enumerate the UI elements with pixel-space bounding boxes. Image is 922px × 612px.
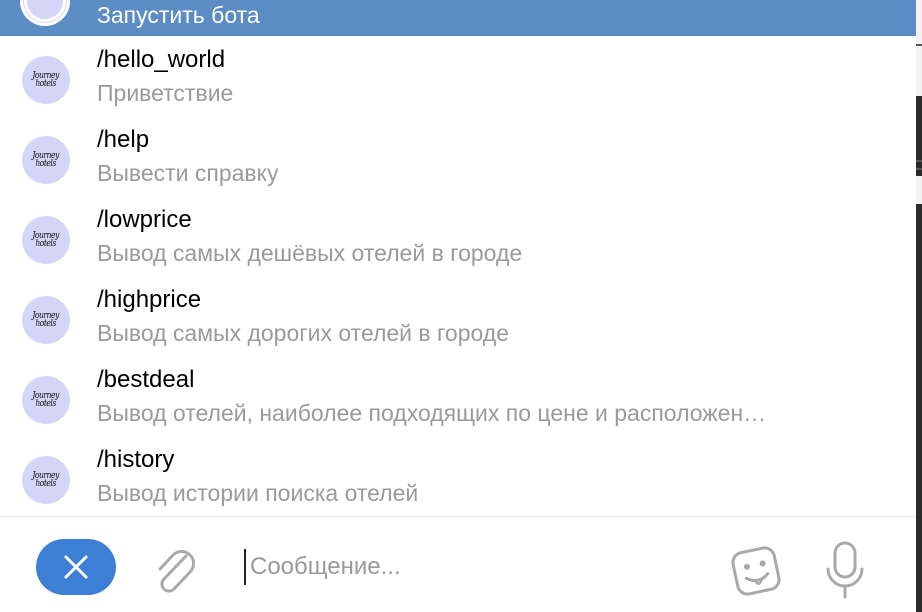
bot-avatar: Journey hotels [22,56,70,104]
close-icon [64,555,88,579]
command-description: Вывести справку [97,160,279,186]
command-description: Вывод самых дорогих отелей в городе [97,320,509,346]
microphone-icon[interactable] [820,539,870,603]
command-list: Journey hotels /hello_world Приветствие J… [0,36,916,516]
command-item-bestdeal[interactable]: Journey hotels /bestdeal Вывод отелей, на… [0,356,916,436]
bot-avatar [20,0,70,26]
command-description: Вывод истории поиска отелей [97,480,419,506]
bot-avatar: Journey hotels [22,456,70,504]
emoji-sticker-icon[interactable] [726,541,786,601]
message-composer [0,516,916,612]
command-name: /history [97,446,175,473]
command-item-help[interactable]: Journey hotels /help Вывести справку [0,116,916,196]
command-description: Вывод самых дешёвых отелей в городе [97,240,523,266]
bot-avatar: Journey hotels [22,136,70,184]
start-bot-row[interactable]: Запустить бота [0,0,916,36]
command-description: Приветствие [97,80,234,106]
start-bot-label: Запустить бота [97,2,260,28]
command-description: Вывод отелей, наиболее подходящих по цен… [97,400,767,426]
command-name: /lowprice [97,206,192,233]
command-name: /hello_world [97,46,226,73]
command-item-history[interactable]: Journey hotels /history Вывод истории пои… [0,436,916,516]
background-window-edge [916,0,922,612]
command-item-lowprice[interactable]: Journey hotels /lowprice Вывод самых дешё… [0,196,916,276]
message-input[interactable] [244,549,710,585]
bot-commands-popup: Запустить бота Journey hotels /hello_worl… [0,0,916,612]
command-item-highprice[interactable]: Journey hotels /highprice Вывод самых дор… [0,276,916,356]
command-name: /highprice [97,286,202,313]
paperclip-icon[interactable] [150,542,200,598]
bot-avatar: Journey hotels [22,216,70,264]
bot-avatar: Journey hotels [22,376,70,424]
command-name: /help [97,126,150,153]
close-commands-button[interactable] [36,539,116,595]
command-item-hello-world[interactable]: Journey hotels /hello_world Приветствие [0,36,916,116]
bot-avatar: Journey hotels [22,296,70,344]
command-name: /bestdeal [97,366,195,393]
